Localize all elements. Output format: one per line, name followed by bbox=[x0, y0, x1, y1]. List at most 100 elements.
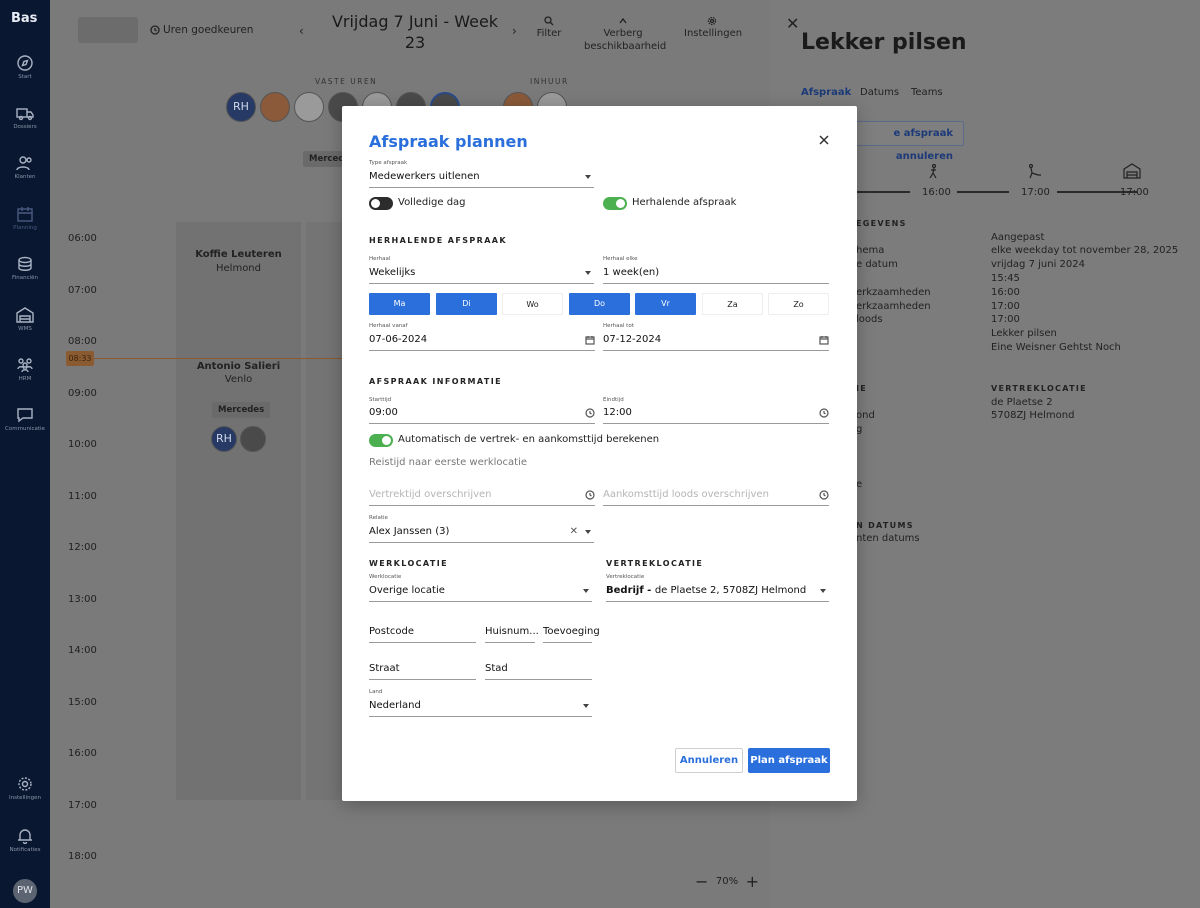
field-label: Vertreklocatie bbox=[606, 574, 645, 580]
compass-icon bbox=[16, 55, 34, 71]
close-icon[interactable]: ✕ bbox=[786, 14, 799, 33]
detail-value: 15:45 bbox=[991, 273, 1020, 284]
appointment-title[interactable]: Koffie Leuteren bbox=[176, 249, 301, 260]
clock-icon[interactable] bbox=[819, 408, 829, 418]
time-label: 17:00 bbox=[68, 800, 97, 811]
calendar-icon[interactable] bbox=[819, 335, 829, 345]
avatar[interactable]: RH bbox=[226, 92, 256, 122]
avatar[interactable] bbox=[260, 92, 290, 122]
detail-value: Lekker pilsen bbox=[991, 328, 1057, 339]
appointment-title[interactable]: Antonio Salieri bbox=[176, 361, 301, 372]
fullday-toggle[interactable] bbox=[369, 197, 393, 210]
gear-icon bbox=[707, 16, 717, 26]
next-day-chevron-icon[interactable]: › bbox=[512, 24, 517, 38]
cancel-button[interactable]: Annuleren bbox=[675, 748, 743, 773]
coins-icon bbox=[16, 256, 34, 272]
tab-afspraak[interactable]: Afspraak bbox=[801, 87, 851, 98]
country-select[interactable]: Nederland bbox=[369, 697, 592, 717]
repeat-from-date-input[interactable]: 07-06-2024 bbox=[369, 331, 595, 351]
weekday-toggle-do[interactable]: Do bbox=[569, 293, 630, 315]
addition-input[interactable]: Toevoeging bbox=[543, 623, 600, 643]
tab-datums[interactable]: Datums bbox=[860, 87, 899, 98]
weekday-toggle-wo[interactable]: Wo bbox=[502, 293, 563, 315]
current-time-badge: 08:33 bbox=[66, 351, 94, 366]
bell-icon bbox=[16, 828, 34, 845]
recurring-toggle[interactable] bbox=[603, 197, 627, 210]
weekday-toggle-di[interactable]: Di bbox=[436, 293, 497, 315]
nav-item-hrm[interactable]: HRM bbox=[0, 357, 50, 382]
arrival-time-override-input[interactable]: Aankomsttijd loods overschrijven bbox=[603, 486, 829, 506]
prev-day-chevron-icon[interactable]: ‹ bbox=[299, 24, 304, 38]
weekday-toggle-ma[interactable]: Ma bbox=[369, 293, 430, 315]
repeat-interval-input[interactable]: 1 week(en) bbox=[603, 264, 829, 284]
departure-location-select[interactable]: Bedrijf - de Plaetse 2, 5708ZJ Helmond bbox=[606, 582, 829, 602]
clear-icon[interactable]: ✕ bbox=[570, 526, 578, 537]
auto-travel-time-toggle[interactable] bbox=[369, 434, 393, 447]
work-location-select[interactable]: Overige locatie bbox=[369, 582, 592, 602]
chevron-down-icon bbox=[583, 704, 589, 708]
nav-label: Notificaties bbox=[9, 847, 41, 853]
calendar-icon[interactable] bbox=[585, 335, 595, 345]
start-time-input[interactable]: 09:00 bbox=[369, 404, 595, 424]
relation-select[interactable]: Alex Janssen (3) ✕ bbox=[369, 523, 594, 543]
today-button[interactable] bbox=[78, 17, 138, 43]
weekday-toggle-vr[interactable]: Vr bbox=[635, 293, 696, 315]
nav-item-instellingen[interactable]: Instellingen bbox=[0, 776, 50, 801]
warehouse-icon bbox=[16, 307, 34, 323]
section-heading: HERHALENDE AFSPRAAK bbox=[369, 236, 507, 245]
nav-item-financien[interactable]: Financiën bbox=[0, 256, 50, 281]
vehicle-chip[interactable]: Mercedes bbox=[212, 402, 271, 418]
departure-time-override-input[interactable]: Vertrektijd overschrijven bbox=[369, 486, 595, 506]
timeline-time: 17:00 bbox=[1021, 187, 1050, 198]
clock-icon[interactable] bbox=[585, 408, 595, 418]
settings-button[interactable]: Instellingen bbox=[684, 16, 742, 40]
chevron-down-icon bbox=[585, 271, 591, 275]
close-icon[interactable] bbox=[817, 132, 831, 146]
cancel-appointment-button[interactable]: e afspraak annuleren bbox=[850, 121, 964, 162]
nav-item-notificaties[interactable]: Notificaties bbox=[0, 828, 50, 853]
filter-button[interactable]: Filter bbox=[534, 16, 564, 40]
time-label: 15:00 bbox=[68, 697, 97, 708]
zoom-out-button[interactable]: − bbox=[695, 872, 708, 891]
field-label: Herhaal vanaf bbox=[369, 323, 408, 329]
toggle-label: Automatisch de vertrek- en aankomsttijd … bbox=[398, 434, 660, 445]
appointment-type-select[interactable]: Medewerkers uitlenen bbox=[369, 168, 594, 188]
avatar[interactable] bbox=[240, 426, 266, 452]
end-time-input[interactable]: 12:00 bbox=[603, 404, 829, 424]
nav-item-communicatie[interactable]: Communicatie bbox=[0, 407, 50, 432]
calendar-icon bbox=[16, 206, 34, 222]
clock-icon[interactable] bbox=[585, 490, 595, 500]
section-heading: N DATUMS bbox=[856, 521, 914, 530]
detail-value: 16:00 bbox=[991, 287, 1020, 298]
weekday-toggle-za[interactable]: Za bbox=[702, 293, 763, 315]
postcode-input[interactable]: Postcode bbox=[369, 623, 476, 643]
clock-icon[interactable] bbox=[819, 490, 829, 500]
nav-item-start[interactable]: Start bbox=[0, 55, 50, 80]
avatar[interactable]: RH bbox=[211, 426, 237, 452]
house-number-input[interactable]: Huisnum... bbox=[485, 623, 539, 643]
app-logo: Bas bbox=[11, 11, 38, 26]
nav-item-planning[interactable]: Planning bbox=[0, 206, 50, 231]
user-avatar[interactable]: PW bbox=[13, 879, 37, 903]
detail-label: loods bbox=[856, 314, 883, 325]
repeat-frequency-select[interactable]: Wekelijks bbox=[369, 264, 594, 284]
field-label: Land bbox=[369, 689, 383, 695]
weekday-toggle-zo[interactable]: Zo bbox=[768, 293, 829, 315]
nav-item-klanten[interactable]: Klanten bbox=[0, 155, 50, 180]
time-label: 18:00 bbox=[68, 851, 97, 862]
nav-item-wms[interactable]: WMS bbox=[0, 307, 50, 332]
street-input[interactable]: Straat bbox=[369, 660, 476, 680]
city-input[interactable]: Stad bbox=[485, 660, 592, 680]
plan-appointment-button[interactable]: Plan afspraak bbox=[748, 748, 830, 773]
tab-teams[interactable]: Teams bbox=[911, 87, 943, 98]
nav-label: Klanten bbox=[14, 174, 36, 180]
hide-availability-button[interactable]: Verberg beschikbaarheid bbox=[584, 16, 666, 53]
repeat-until-date-input[interactable]: 07-12-2024 bbox=[603, 331, 829, 351]
calendar-column bbox=[306, 222, 346, 800]
zoom-in-button[interactable]: + bbox=[746, 872, 759, 891]
approve-hours-button[interactable]: Uren goedkeuren bbox=[150, 24, 253, 36]
section-heading: WERKLOCATIE bbox=[369, 559, 449, 568]
nav-item-dossiers[interactable]: Dossiers bbox=[0, 105, 50, 130]
avatar[interactable] bbox=[294, 92, 324, 122]
chevron-down-icon bbox=[585, 175, 591, 179]
